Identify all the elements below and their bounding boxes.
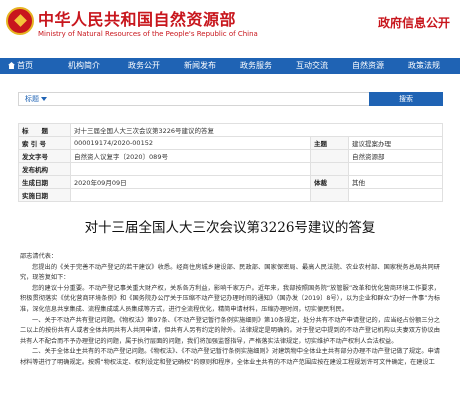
meta-key: 发文字号 [18, 149, 71, 163]
table-row: 生成日期 2020年09月09日 体裁 其他 [18, 175, 443, 189]
meta-key [310, 188, 349, 202]
site-name-cn[interactable]: 中华人民共和国自然资源部 [38, 6, 236, 30]
site-header: 中华人民共和国自然资源部 Ministry of Natural Resourc… [0, 0, 460, 54]
meta-value: 其他 [348, 175, 443, 189]
search-scope-select[interactable]: 标题 [25, 94, 39, 104]
home-icon [8, 62, 15, 69]
national-emblem-icon [6, 7, 34, 35]
meta-key: 生成日期 [18, 175, 71, 189]
meta-key: 主题 [310, 136, 349, 150]
site-name-en: Ministry of Natural Resources of the Peo… [38, 30, 258, 38]
table-row: 发布机构 [18, 162, 443, 176]
table-row: 发文字号 自然资人议复字〔2020〕089号 自然资源部 [18, 149, 443, 163]
main-nav: 首页 机构简介 政务公开 新闻发布 政务服务 互动交流 自然资源 政策法规 [0, 58, 460, 74]
meta-key: 标 题 [18, 123, 71, 137]
meta-value [70, 188, 311, 202]
meta-value: 000019174/2020-00152 [70, 136, 311, 150]
nav-item-about[interactable]: 机构简介 [68, 58, 100, 74]
paragraph: 您提出的《关于完善不动产登记的若干建议》收悉。经商住房城乡建设部、民政部、国家保… [20, 263, 440, 282]
nav-item-home[interactable]: 首页 [8, 58, 33, 74]
meta-value [348, 162, 443, 176]
document-body: 邵志清代表： 您提出的《关于完善不动产登记的若干建议》收悉。经商住房城乡建设部、… [20, 252, 440, 369]
paragraph: 您的建议十分重要。不动产登记事关重大财产权，关系各方利益，影响千家万户。近年来，… [20, 284, 440, 313]
meta-key: 发布机构 [18, 162, 71, 176]
nav-item-public-affairs[interactable]: 政务公开 [128, 58, 160, 74]
greeting: 邵志清代表： [20, 253, 58, 260]
search-bar: 标题 搜索 [18, 92, 443, 106]
meta-value: 自然资人议复字〔2020〕089号 [70, 149, 311, 163]
meta-key [310, 149, 349, 163]
nav-item-policies[interactable]: 政策法规 [408, 58, 440, 74]
table-row: 索 引 号 000019174/2020-00152 主题 建议提案办理 [18, 136, 443, 150]
meta-key: 实施日期 [18, 188, 71, 202]
meta-value: 自然资源部 [348, 149, 443, 163]
meta-value: 2020年09月09日 [70, 175, 311, 189]
nav-item-label: 首页 [17, 61, 33, 70]
paragraph: 二、关于全体业主共有的不动产登记问题。《物权法》、《不动产登记暂行条例实施细则》… [20, 348, 440, 366]
table-row: 标 题 对十三届全国人大三次会议第3226号建议的答复 [18, 123, 443, 137]
meta-key: 体裁 [310, 175, 349, 189]
nav-item-interaction[interactable]: 互动交流 [296, 58, 328, 74]
table-row: 实施日期 [18, 188, 443, 202]
chevron-down-icon[interactable] [41, 97, 47, 101]
meta-key: 索 引 号 [18, 136, 71, 150]
search-button[interactable]: 搜索 [369, 92, 443, 106]
meta-key [310, 162, 349, 176]
search-input[interactable] [55, 94, 365, 104]
document-title: 对十三届全国人大三次会议第3226号建议的答复 [84, 220, 376, 236]
paragraph: 一、关于不动产共有登记问题。《物权法》第97条、《不动产登记暂行条例实施细则》第… [20, 316, 440, 345]
nav-item-resources[interactable]: 自然资源 [352, 58, 384, 74]
meta-value [70, 162, 311, 176]
nav-item-services[interactable]: 政务服务 [240, 58, 272, 74]
nav-item-news[interactable]: 新闻发布 [184, 58, 216, 74]
meta-value: 对十三届全国人大三次会议第3226号建议的答复 [70, 123, 443, 137]
meta-value [348, 188, 443, 202]
gov-info-title[interactable]: 政府信息公开 [378, 14, 450, 31]
metadata-table: 标 题 对十三届全国人大三次会议第3226号建议的答复 索 引 号 000019… [18, 123, 443, 202]
meta-value: 建议提案办理 [348, 136, 443, 150]
